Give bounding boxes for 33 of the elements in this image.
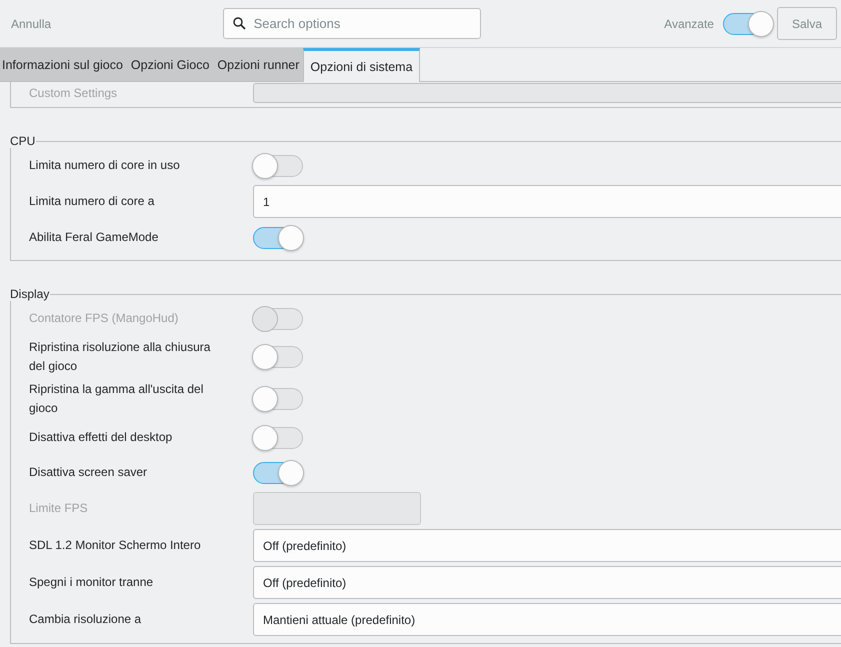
setting-label: Disattiva screen saver [28, 464, 148, 481]
tab[interactable]: Opzioni di sistema [303, 48, 420, 82]
input-field[interactable]: 1 [253, 185, 841, 218]
toggle-switch[interactable] [253, 426, 303, 448]
toggle-switch[interactable] [253, 462, 303, 484]
tab[interactable]: Opzioni Gioco [126, 48, 214, 81]
input-field[interactable]: Off (predefinito) [253, 529, 841, 562]
toggle-switch[interactable] [253, 226, 303, 248]
search-icon [232, 17, 246, 30]
tab[interactable]: Informazioni sul gioco [0, 48, 127, 81]
setting-label: Abilita Feral GameMode [28, 229, 160, 246]
toggle-switch[interactable] [253, 346, 303, 368]
setting-label: Contatore FPS (MangoHud) [28, 310, 180, 327]
search-field[interactable]: Search options [222, 8, 481, 39]
setting-label: Limite FPS [28, 500, 89, 517]
setting-label: Limita numero di core a [28, 193, 156, 210]
input-field[interactable]: Mantieni attuale (predefinito) [253, 603, 841, 636]
setting-label: Limita numero di core in uso [28, 157, 181, 174]
tab[interactable]: Opzioni runner [213, 48, 304, 81]
setting-label: Spegni i monitor tranne [28, 574, 154, 591]
setting-label: Custom Settings [28, 84, 118, 102]
toggle-switch[interactable] [253, 388, 303, 410]
section-title: Display [10, 287, 50, 301]
setting-label: Cambia risoluzione a [28, 611, 142, 628]
toggle-switch[interactable] [253, 154, 303, 176]
setting-label: Ripristina la gamma all'uscita del gioco [28, 381, 204, 417]
section-title: CPU [10, 134, 36, 148]
toggle-label: Avanzate [664, 16, 714, 30]
setting-label: Ripristina risoluzione alla chiusura del gioco [28, 339, 212, 375]
input-field[interactable]: Off (predefinito) [253, 566, 841, 599]
setting-label: SDL 1.2 Monitor Schermo Intero [28, 537, 202, 554]
advanced-toggle[interactable] [722, 12, 773, 34]
setting-label: Disattiva effetti del desktop [28, 429, 174, 446]
